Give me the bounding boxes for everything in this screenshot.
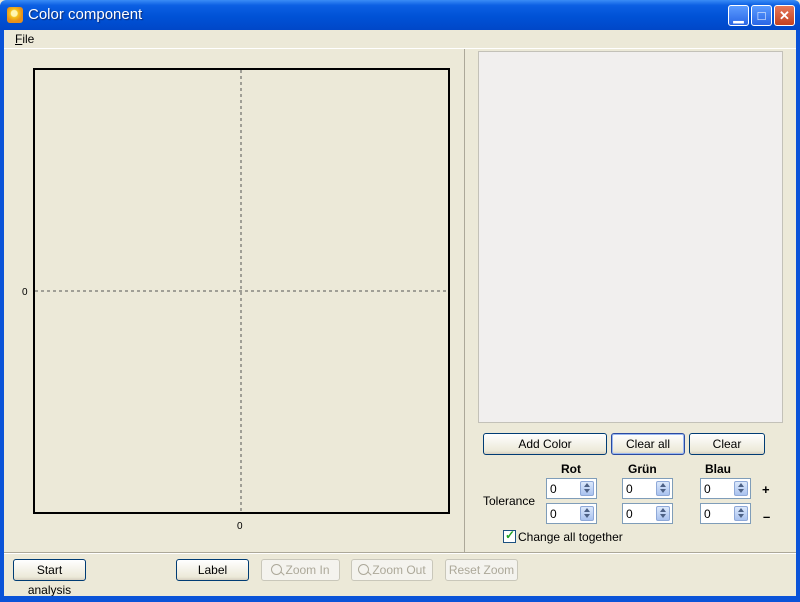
blau-minus-stepper[interactable]: 0 (700, 503, 751, 524)
spin-arrows-icon[interactable] (734, 481, 748, 496)
tolerance-label: Tolerance (483, 494, 536, 508)
minimize-icon: ▁ (733, 8, 744, 23)
grun-minus-value: 0 (626, 507, 633, 521)
x-origin-label: 0 (237, 521, 243, 532)
rot-minus-value: 0 (550, 507, 557, 521)
rot-plus-value: 0 (550, 482, 557, 496)
blau-minus-value: 0 (704, 507, 711, 521)
grun-minus-stepper[interactable]: 0 (622, 503, 673, 524)
color-list[interactable] (478, 51, 783, 423)
rot-plus-stepper[interactable]: 0 (546, 478, 597, 499)
window-title: Color component (28, 6, 143, 23)
column-header-rot: Rot (561, 462, 581, 476)
change-all-together-checkbox[interactable]: ✓ (503, 528, 516, 543)
grun-plus-value: 0 (626, 482, 633, 496)
checkmark-icon: ✓ (505, 528, 516, 542)
title-bar[interactable]: Color component ▁ □ ✕ (0, 0, 800, 30)
magnifier-minus-icon (358, 564, 370, 575)
spin-arrows-icon[interactable] (580, 481, 594, 496)
maximize-icon: □ (757, 8, 766, 23)
minimize-button[interactable]: ▁ (728, 5, 749, 26)
grun-plus-stepper[interactable]: 0 (622, 478, 673, 499)
close-button[interactable]: ✕ (774, 5, 795, 26)
rot-minus-stepper[interactable]: 0 (546, 503, 597, 524)
blau-plus-value: 0 (704, 482, 711, 496)
window-border-right (796, 30, 800, 602)
spin-arrows-icon[interactable] (580, 506, 594, 521)
label-button[interactable]: Label (176, 559, 249, 581)
plus-label: + (762, 482, 770, 497)
y-origin-label: 0 (22, 287, 28, 298)
plot-panel: 0 0 (4, 49, 465, 552)
window-border-left (0, 30, 4, 602)
clear-button[interactable]: Clear (689, 433, 765, 455)
zoom-out-label: Zoom Out (372, 563, 426, 577)
zoom-in-label: Zoom In (285, 563, 330, 577)
main-window: Color component ▁ □ ✕ File 0 0 Add Color… (0, 0, 800, 602)
zoom-in-button[interactable]: Zoom In (261, 559, 340, 581)
close-icon: ✕ (779, 8, 790, 23)
menu-file-rest: ile (22, 32, 35, 46)
menu-bar: File (4, 30, 796, 48)
menu-file[interactable]: File (15, 32, 34, 46)
change-all-together-label[interactable]: Change all together (518, 530, 623, 544)
reset-zoom-button[interactable]: Reset Zoom (445, 559, 518, 581)
magnifier-plus-icon (271, 564, 283, 575)
start-analysis-button[interactable]: Start analysis (13, 559, 86, 597)
blau-plus-stepper[interactable]: 0 (700, 478, 751, 499)
spin-arrows-icon[interactable] (734, 506, 748, 521)
column-header-grun: Grün (628, 462, 657, 476)
app-icon[interactable] (7, 7, 23, 23)
column-header-blau: Blau (705, 462, 732, 476)
minus-label: – (763, 509, 771, 524)
clear-all-button[interactable]: Clear all (611, 433, 685, 455)
zoom-out-button[interactable]: Zoom Out (351, 559, 433, 581)
add-color-button[interactable]: Add Color (483, 433, 607, 455)
plot-area[interactable]: 0 0 (4, 49, 464, 552)
spin-arrows-icon[interactable] (656, 481, 670, 496)
window-border-bottom (0, 596, 800, 602)
bottom-separator-highlight (4, 553, 796, 554)
spin-arrows-icon[interactable] (656, 506, 670, 521)
maximize-button[interactable]: □ (751, 5, 772, 26)
